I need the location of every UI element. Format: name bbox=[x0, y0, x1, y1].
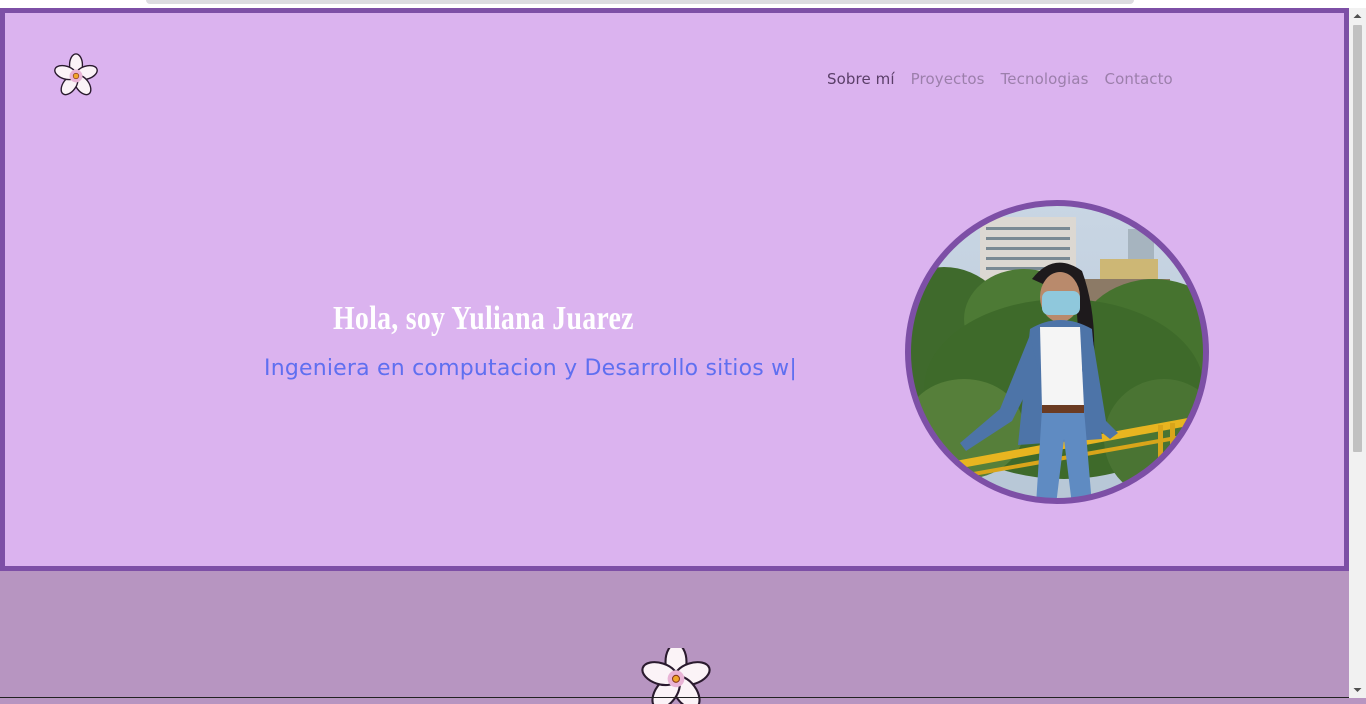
hero-greeting: Hola, soy Yuliana Juarez bbox=[333, 300, 634, 337]
scroll-down-arrow-icon[interactable] bbox=[1349, 681, 1366, 698]
flower-footer-icon bbox=[641, 648, 711, 704]
vertical-scrollbar[interactable] bbox=[1349, 8, 1366, 698]
main-nav: Sobre mí Proyectos Tecnologias Contacto bbox=[827, 70, 1173, 88]
nav-link-sobre-mi[interactable]: Sobre mí bbox=[827, 70, 895, 88]
hero-section: Sobre mí Proyectos Tecnologias Contacto … bbox=[0, 8, 1349, 571]
scrollbar-thumb[interactable] bbox=[1353, 25, 1362, 452]
nav-link-proyectos[interactable]: Proyectos bbox=[911, 70, 985, 88]
browser-top-strip bbox=[0, 0, 1366, 8]
nav-link-tecnologias[interactable]: Tecnologias bbox=[1001, 70, 1089, 88]
profile-photo bbox=[905, 200, 1209, 504]
hero-subtitle-typing: Ingeniera en computacion y Desarrollo si… bbox=[264, 356, 797, 381]
address-bar-edge bbox=[146, 0, 1134, 4]
nav-link-contacto[interactable]: Contacto bbox=[1105, 70, 1173, 88]
flower-logo-icon[interactable] bbox=[53, 53, 99, 99]
scroll-up-arrow-icon[interactable] bbox=[1349, 8, 1366, 25]
